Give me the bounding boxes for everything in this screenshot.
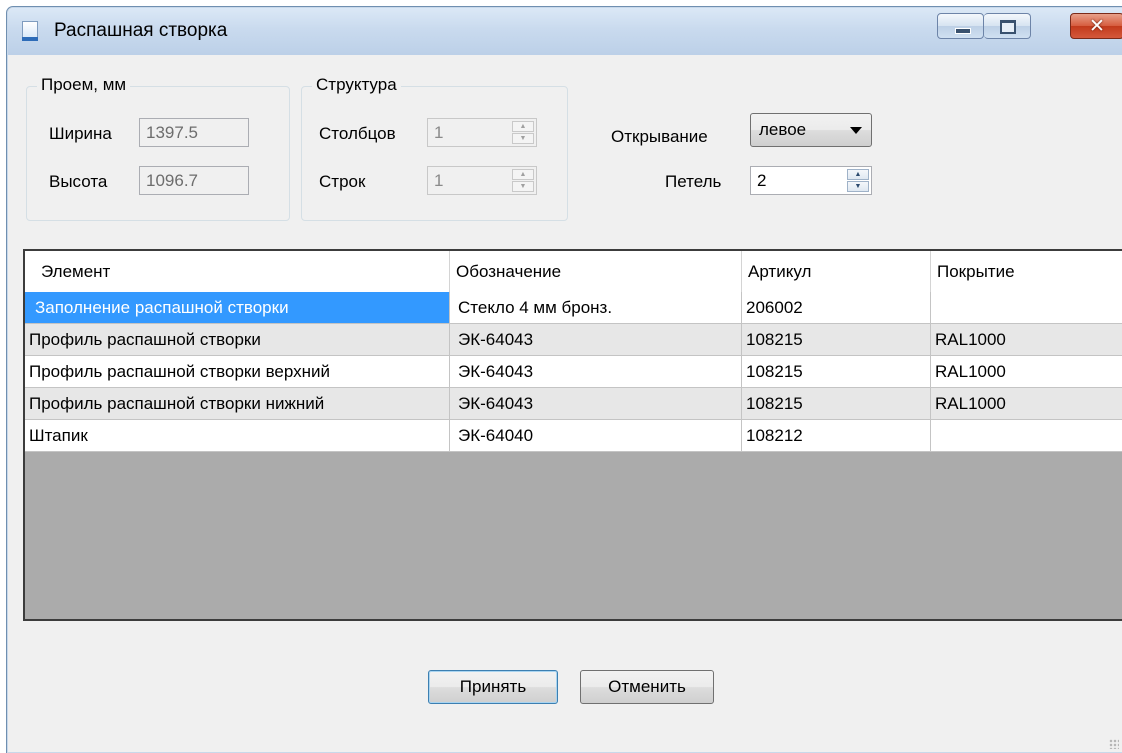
accept-button[interactable]: Принять <box>428 670 558 704</box>
resize-grip-icon[interactable] <box>1109 739 1119 749</box>
rows-label: Строк <box>319 172 366 191</box>
column-header-article[interactable]: Артикул <box>742 251 931 292</box>
columns-value: 1 <box>434 123 444 142</box>
table-cell[interactable]: RAL1000 <box>931 388 1122 419</box>
width-field[interactable]: 1397.5 <box>139 118 249 147</box>
structure-group: Структура <box>301 75 568 221</box>
table-cell[interactable]: ЭК-64043 <box>450 388 742 419</box>
table-cell[interactable] <box>931 420 1122 451</box>
table-cell[interactable]: Заполнение распашной створки <box>25 292 450 323</box>
rows-spin-buttons: ▲ ▼ <box>512 169 534 192</box>
spin-up-icon[interactable]: ▲ <box>847 169 869 180</box>
spin-down-icon[interactable]: ▼ <box>512 181 534 192</box>
opening-direction-value: левое <box>759 120 807 139</box>
table-cell[interactable]: ЭК-64040 <box>450 420 742 451</box>
column-header-element[interactable]: Элемент <box>25 251 450 292</box>
spin-down-icon[interactable]: ▼ <box>512 133 534 144</box>
table-cell[interactable]: 108215 <box>742 324 931 355</box>
dropdown-arrow-icon <box>850 127 862 134</box>
hinges-stepper[interactable]: 2 ▲ ▼ <box>750 166 872 195</box>
table-row[interactable]: Заполнение распашной створки Стекло 4 мм… <box>25 292 1122 324</box>
cancel-button[interactable]: Отменить <box>580 670 714 704</box>
table-cell[interactable]: ЭК-64043 <box>450 324 742 355</box>
table-cell[interactable]: RAL1000 <box>931 356 1122 387</box>
close-icon: ✕ <box>1089 15 1105 37</box>
table-row[interactable]: Профиль распашной створки верхний ЭК-640… <box>25 356 1122 388</box>
table-cell[interactable]: Штапик <box>25 420 450 451</box>
window-title: Распашная створка <box>54 20 228 41</box>
spin-down-icon[interactable]: ▼ <box>847 181 869 192</box>
table-cell[interactable] <box>931 292 1122 323</box>
structure-group-legend: Структура <box>312 75 401 95</box>
grid-header: Элемент Обозначение Артикул Покрытие <box>25 251 1122 293</box>
maximize-button[interactable] <box>984 13 1031 39</box>
column-header-designation[interactable]: Обозначение <box>450 251 742 292</box>
table-cell[interactable]: 206002 <box>742 292 931 323</box>
dialog-window: Распашная створка ✕ Проем, мм Ширина 139… <box>6 6 1122 753</box>
table-cell[interactable]: Стекло 4 мм бронз. <box>450 292 742 323</box>
columns-spin-buttons: ▲ ▼ <box>512 121 534 144</box>
table-cell[interactable]: 108212 <box>742 420 931 451</box>
table-cell[interactable]: RAL1000 <box>931 324 1122 355</box>
height-field[interactable]: 1096.7 <box>139 166 249 195</box>
rows-stepper[interactable]: 1 ▲ ▼ <box>427 166 537 195</box>
column-header-coating[interactable]: Покрытие <box>931 251 1122 292</box>
table-cell[interactable]: Профиль распашной створки верхний <box>25 356 450 387</box>
spin-up-icon[interactable]: ▲ <box>512 121 534 132</box>
table-cell[interactable]: Профиль распашной створки <box>25 324 450 355</box>
height-label: Высота <box>49 172 108 191</box>
columns-label: Столбцов <box>319 124 396 143</box>
opening-group-legend: Проем, мм <box>37 75 131 95</box>
table-cell[interactable]: 108215 <box>742 388 931 419</box>
title-bar[interactable]: Распашная створка ✕ <box>8 8 1122 55</box>
minimize-button[interactable] <box>937 13 984 39</box>
elements-grid[interactable]: Элемент Обозначение Артикул Покрытие Зап… <box>23 249 1122 621</box>
minimize-icon <box>955 28 971 34</box>
hinges-label: Петель <box>665 172 722 191</box>
maximize-icon <box>1000 20 1016 34</box>
table-cell[interactable]: 108215 <box>742 356 931 387</box>
opening-direction-label: Открывание <box>611 127 708 146</box>
rows-value: 1 <box>434 171 444 190</box>
close-button[interactable]: ✕ <box>1070 13 1122 39</box>
app-icon <box>22 21 38 41</box>
hinges-value: 2 <box>757 171 767 190</box>
opening-group: Проем, мм <box>26 75 290 221</box>
columns-stepper[interactable]: 1 ▲ ▼ <box>427 118 537 147</box>
table-cell[interactable]: Профиль распашной створки нижний <box>25 388 450 419</box>
table-row[interactable]: Профиль распашной створки нижний ЭК-6404… <box>25 388 1122 420</box>
width-label: Ширина <box>49 124 112 143</box>
table-row[interactable]: Штапик ЭК-64040 108212 <box>25 420 1122 452</box>
table-row[interactable]: Профиль распашной створки ЭК-64043 10821… <box>25 324 1122 356</box>
opening-direction-select[interactable]: левое <box>750 113 872 147</box>
hinges-spin-buttons: ▲ ▼ <box>847 169 869 192</box>
table-cell[interactable]: ЭК-64043 <box>450 356 742 387</box>
spin-up-icon[interactable]: ▲ <box>512 169 534 180</box>
